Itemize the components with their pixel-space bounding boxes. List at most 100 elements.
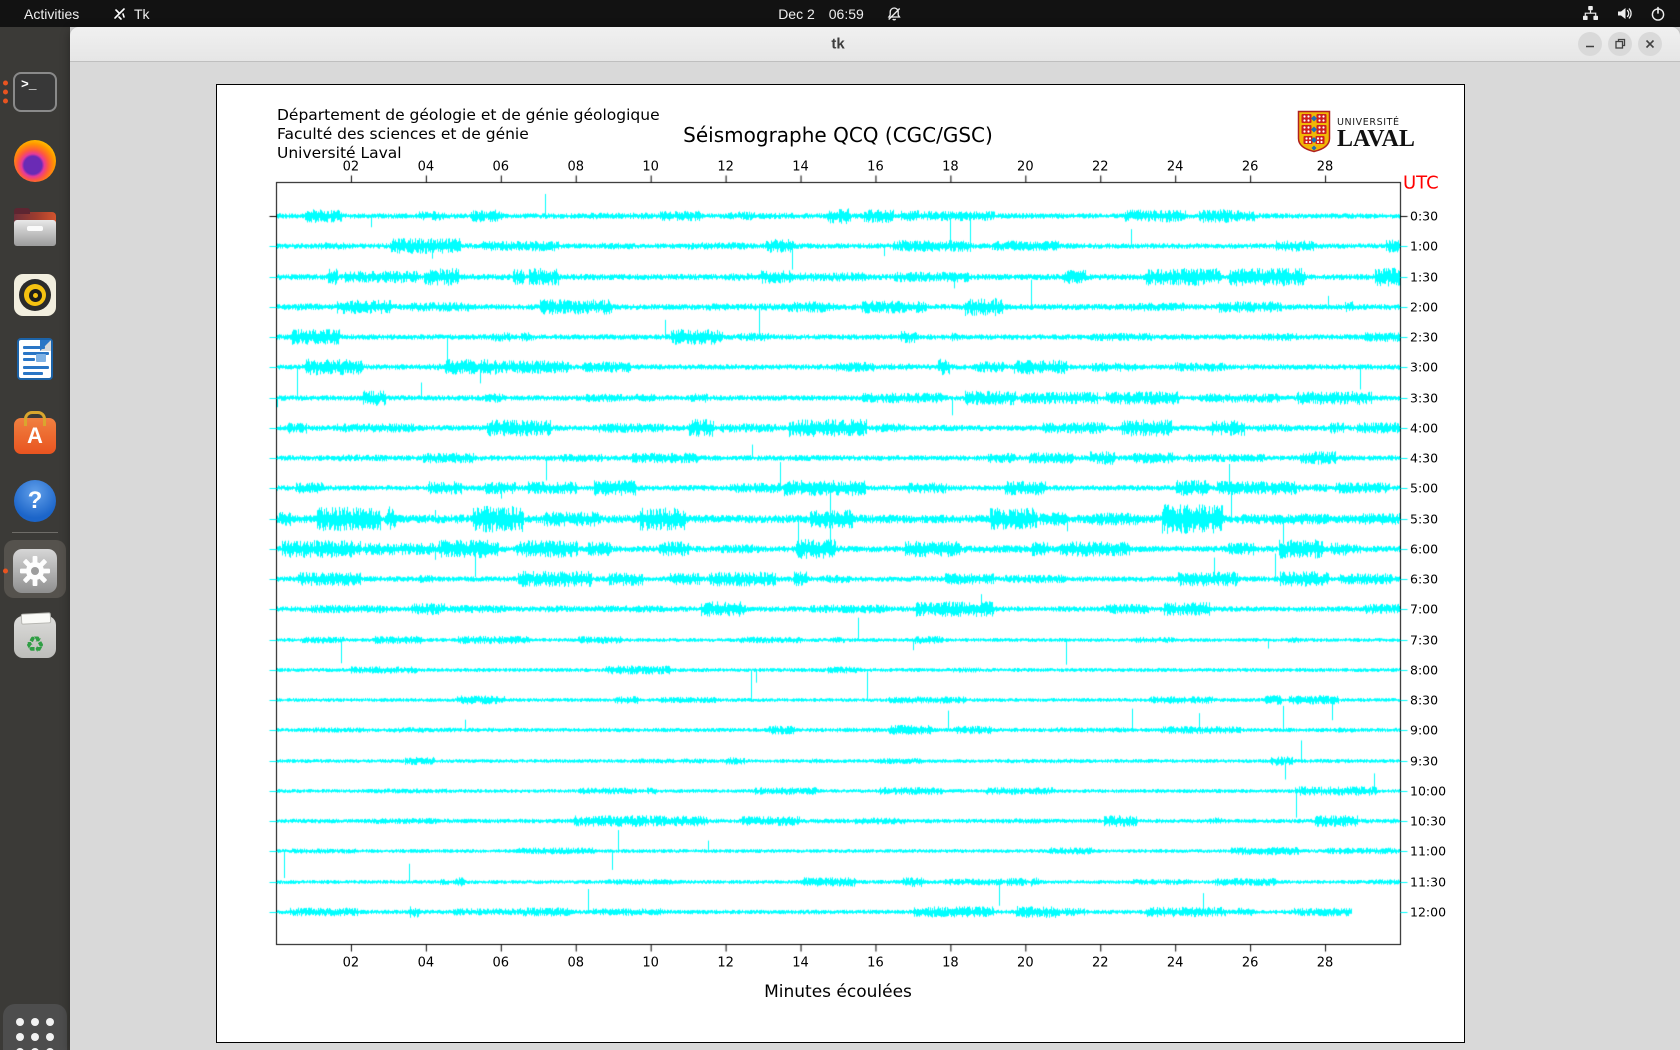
dock-item-ubuntu-software[interactable]: A — [11, 409, 59, 457]
utc-time-label: 5:00 — [1410, 481, 1438, 496]
close-button[interactable] — [1638, 32, 1662, 56]
dock-item-files[interactable] — [11, 205, 59, 253]
bottom-axis-tick-label: 10 — [642, 956, 659, 971]
plot-title: Séismographe QCQ (CGC/GSC) — [683, 123, 993, 147]
top-axis-tick-label: 08 — [567, 160, 584, 175]
power-icon — [1650, 6, 1666, 22]
apps-grid-icon — [16, 1018, 54, 1050]
tk-icon — [112, 6, 127, 21]
utc-time-label: 3:00 — [1410, 360, 1438, 375]
utc-time-label: 8:30 — [1410, 693, 1438, 708]
activities-button[interactable]: Activities — [24, 0, 79, 27]
utc-time-label: 4:00 — [1410, 421, 1438, 436]
volume-icon — [1616, 5, 1633, 22]
dock-item-trash[interactable]: ♻ — [11, 613, 59, 661]
top-axis-tick-label: 26 — [1242, 160, 1259, 175]
top-axis-tick-label: 12 — [717, 160, 734, 175]
dock-item-rhythmbox[interactable] — [11, 271, 59, 319]
dock-item-firefox[interactable] — [11, 137, 59, 185]
dock-item-settings[interactable] — [11, 547, 59, 595]
utc-time-label: 12:00 — [1410, 905, 1446, 920]
show-applications-button[interactable] — [3, 1004, 67, 1050]
terminal-running-dots — [3, 81, 8, 104]
terminal-icon: >_ — [13, 72, 57, 112]
maximize-button[interactable] — [1608, 32, 1632, 56]
seismograph-figure: Département de géologie et de génie géol… — [216, 84, 1465, 1043]
desktop: Activities Tk Dec 2 06:59 — [0, 0, 1680, 1050]
top-axis-tick-label: 18 — [942, 160, 959, 175]
settings-running-dot — [3, 569, 8, 574]
utc-time-label: 1:30 — [1410, 270, 1438, 285]
bottom-axis-tick-label: 02 — [343, 956, 360, 971]
clock-date: Dec 2 — [778, 6, 815, 22]
files-icon — [14, 212, 56, 246]
firefox-icon — [14, 140, 56, 182]
utc-time-label: 3:30 — [1410, 391, 1438, 406]
top-axis-tick-label: 28 — [1317, 160, 1334, 175]
utc-time-label: 11:30 — [1410, 875, 1446, 890]
top-axis-tick-label: 04 — [418, 160, 435, 175]
seismograph-canvas — [217, 85, 1464, 1042]
trash-icon: ♻ — [14, 616, 56, 658]
utc-time-label: 7:30 — [1410, 633, 1438, 648]
utc-time-label: 9:00 — [1410, 723, 1438, 738]
bottom-axis-tick-label: 24 — [1167, 956, 1184, 971]
bottom-axis-tick-label: 04 — [418, 956, 435, 971]
laval-shield-icon — [1297, 110, 1331, 157]
bottom-axis-tick-label: 18 — [942, 956, 959, 971]
top-bar: Activities Tk Dec 2 06:59 — [0, 0, 1680, 27]
bottom-axis-tick-label: 20 — [1017, 956, 1034, 971]
top-axis-tick-label: 10 — [642, 160, 659, 175]
utc-time-label: 5:30 — [1410, 512, 1438, 527]
utc-time-label: 8:00 — [1410, 663, 1438, 678]
tk-app-label: Tk — [134, 6, 150, 22]
utc-time-label: 7:00 — [1410, 602, 1438, 617]
bottom-axis-tick-label: 22 — [1092, 956, 1109, 971]
ubuntu-software-icon: A — [14, 418, 56, 454]
bottom-axis-tick-label: 26 — [1242, 956, 1259, 971]
dock-item-terminal[interactable]: >_ — [11, 68, 59, 116]
gear-icon — [13, 549, 57, 593]
bottom-axis-tick-label: 08 — [567, 956, 584, 971]
bottom-axis-tick-label: 06 — [493, 956, 510, 971]
bell-muted-icon — [886, 6, 902, 22]
utc-time-label: 11:00 — [1410, 844, 1446, 859]
utc-time-label: 2:30 — [1410, 330, 1438, 345]
utc-time-label: 9:30 — [1410, 754, 1438, 769]
dock: >_ A ? — [0, 27, 70, 1050]
laval-logo: UNIVERSITÉ LAVAL — [1297, 110, 1415, 157]
bottom-axis-tick-label: 12 — [717, 956, 734, 971]
bottom-axis-tick-label: 14 — [792, 956, 809, 971]
activities-label: Activities — [24, 6, 79, 22]
dock-separator — [12, 532, 58, 533]
top-axis-tick-label: 24 — [1167, 160, 1184, 175]
system-status-area[interactable] — [1582, 0, 1666, 27]
utc-time-label: 4:30 — [1410, 451, 1438, 466]
rhythmbox-icon — [14, 274, 56, 316]
network-icon — [1582, 5, 1599, 22]
top-axis-tick-label: 20 — [1017, 160, 1034, 175]
top-axis-tick-label: 16 — [867, 160, 884, 175]
help-icon: ? — [14, 480, 56, 522]
utc-time-label: 1:00 — [1410, 239, 1438, 254]
window-title: tk — [831, 36, 844, 53]
utc-time-label: 2:00 — [1410, 300, 1438, 315]
x-axis-label: Minutes écoulées — [764, 982, 912, 1002]
top-axis-tick-label: 22 — [1092, 160, 1109, 175]
utc-time-label: 6:00 — [1410, 542, 1438, 557]
utc-time-label: 10:00 — [1410, 784, 1446, 799]
utc-time-label: 6:30 — [1410, 572, 1438, 587]
top-axis-tick-label: 14 — [792, 160, 809, 175]
clock-button[interactable]: Dec 2 06:59 — [778, 0, 902, 27]
minimize-button[interactable] — [1578, 32, 1602, 56]
top-axis-tick-label: 02 — [343, 160, 360, 175]
clock-time: 06:59 — [829, 6, 864, 22]
institution-text: Département de géologie et de génie géol… — [277, 106, 660, 163]
dock-item-libreoffice-writer[interactable] — [11, 335, 59, 383]
utc-label: UTC — [1403, 173, 1439, 194]
tk-app-menu[interactable]: Tk — [112, 0, 150, 27]
dock-item-help[interactable]: ? — [11, 477, 59, 525]
window-titlebar[interactable]: tk — [70, 27, 1680, 62]
utc-time-label: 10:30 — [1410, 814, 1446, 829]
libreoffice-writer-icon — [17, 338, 53, 380]
